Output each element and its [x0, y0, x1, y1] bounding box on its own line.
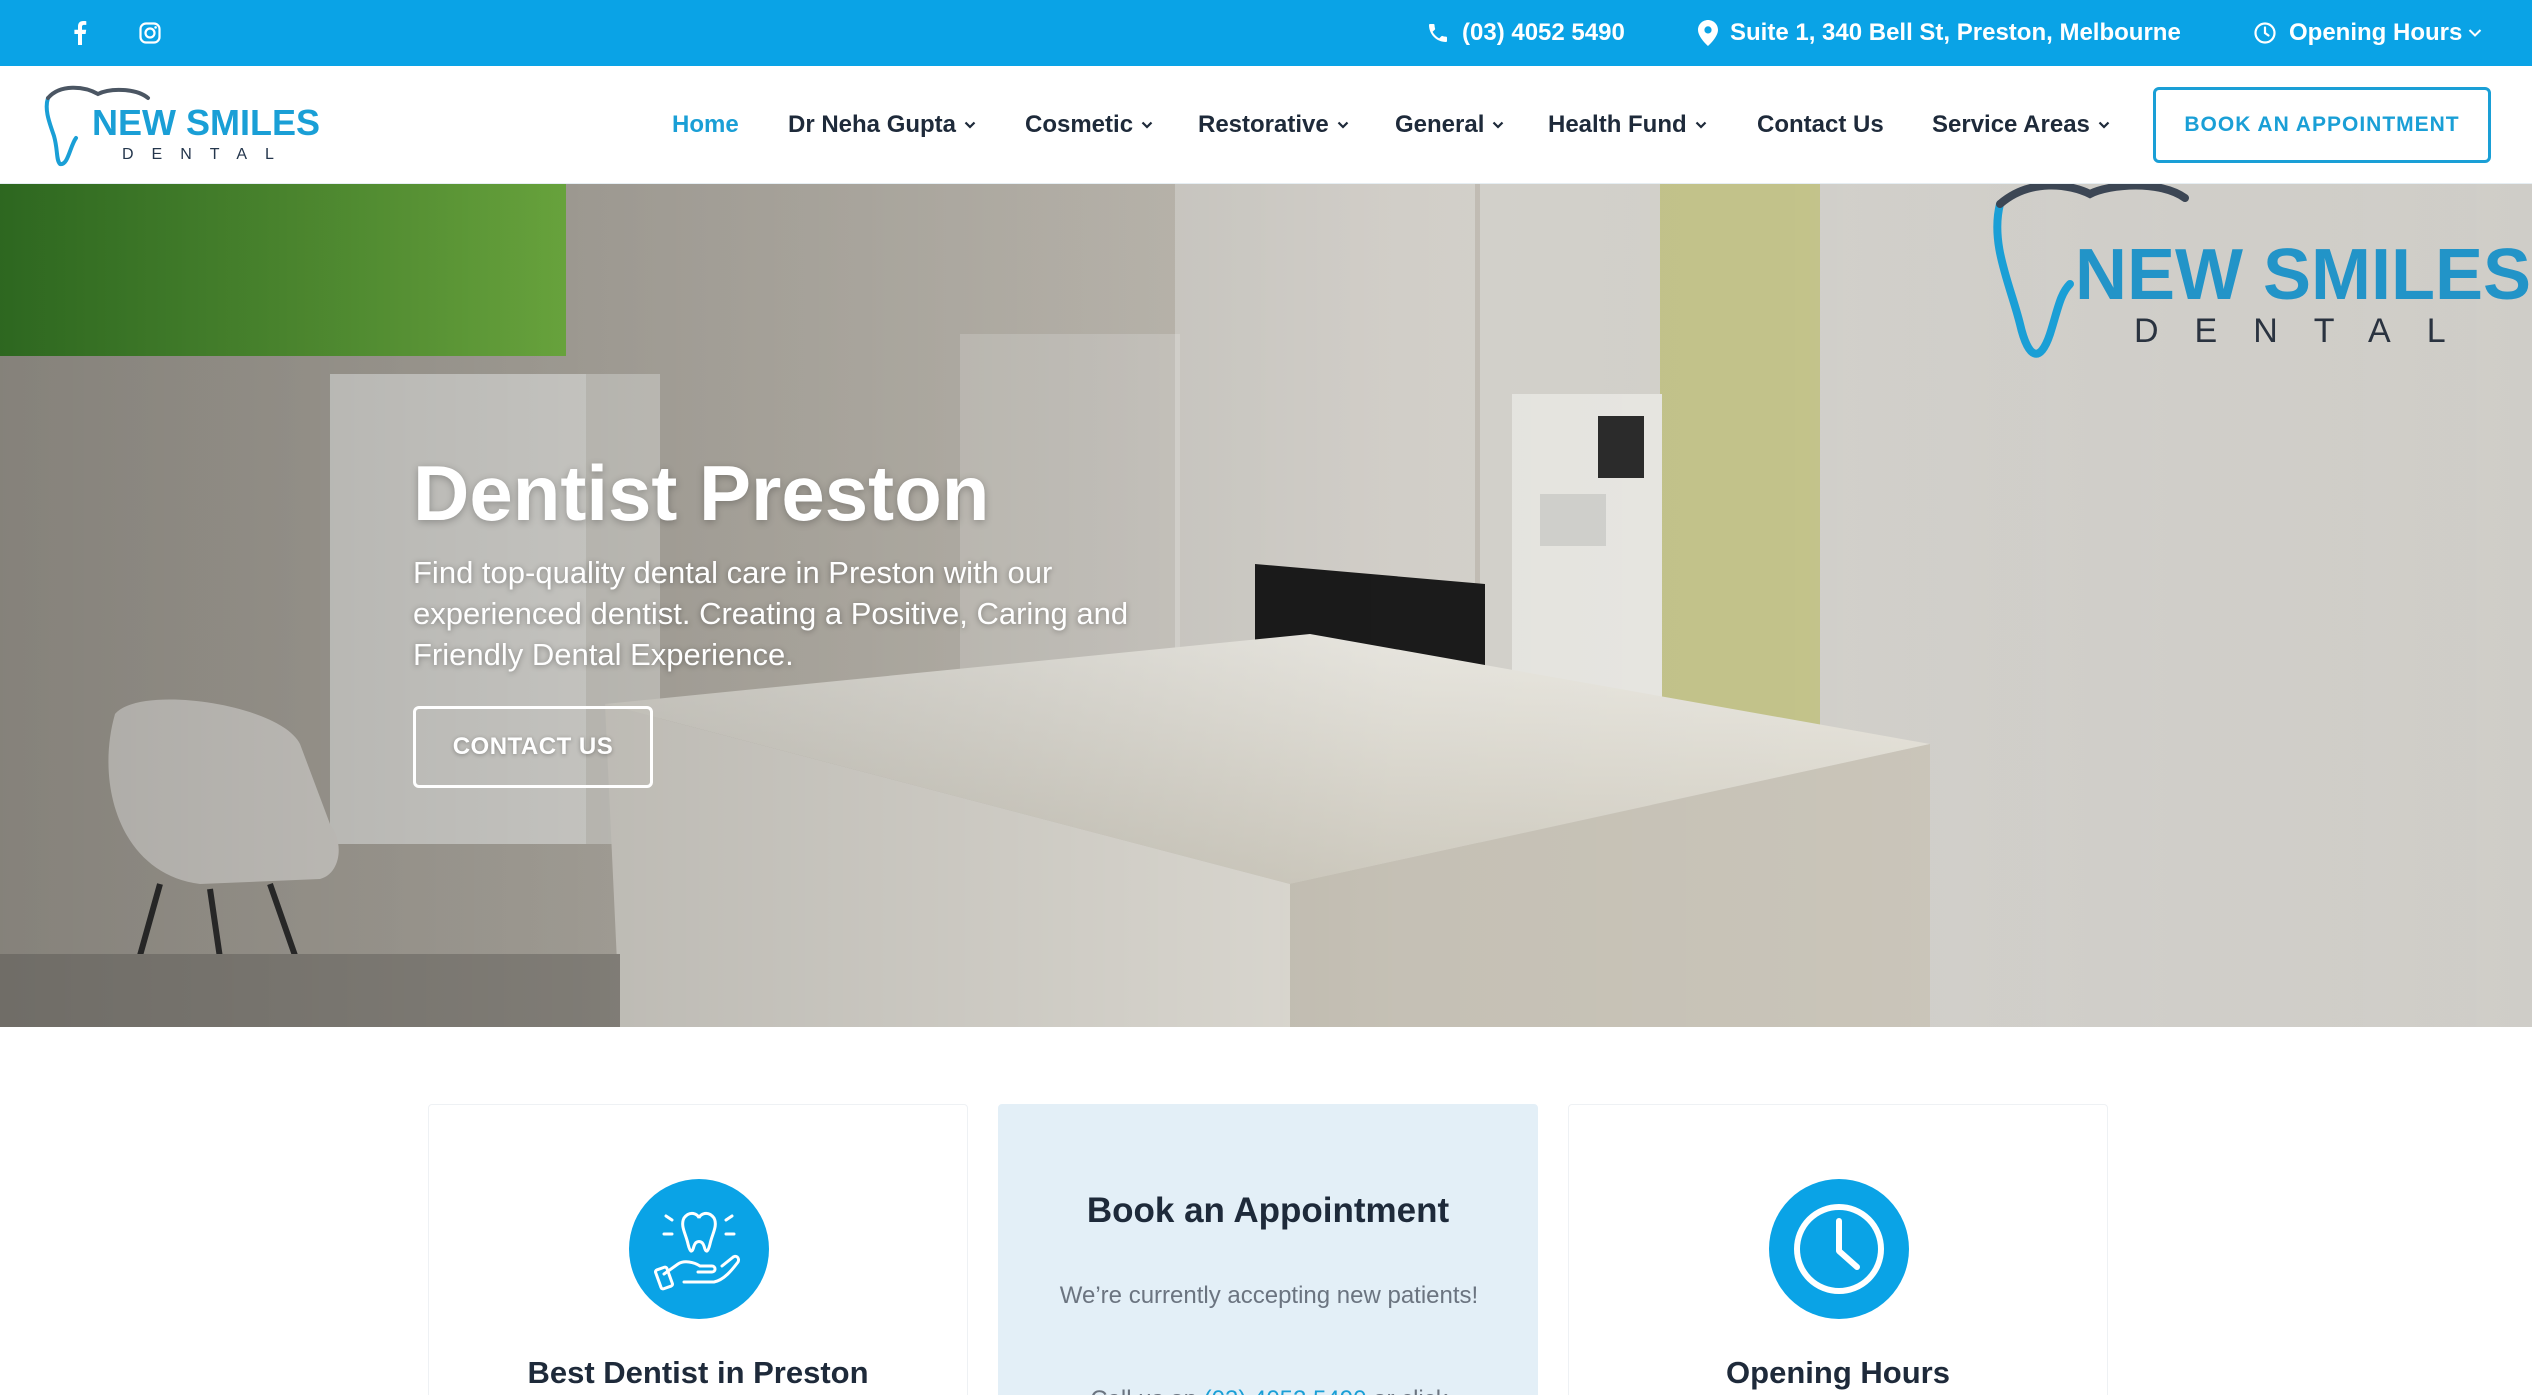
nav-home[interactable]: Home — [672, 66, 739, 184]
nav-home-label: Home — [672, 111, 739, 138]
card-call-suffix: or click — [1373, 1386, 1448, 1395]
top-phone-text: (03) 4052 5490 — [1462, 19, 1625, 46]
top-address-text: Suite 1, 340 Bell St, Preston, Melbourne — [1730, 19, 2181, 46]
site-header: NEW SMILES DENTAL Home Dr Neha Gupta Cos… — [0, 66, 2532, 184]
card-title-book-appointment: Book an Appointment — [1086, 1191, 1450, 1230]
card-title-opening-hours: Opening Hours — [1726, 1355, 1950, 1390]
card-call-text: Call us on (03) 4052 5490 or click — [1059, 1379, 1479, 1395]
nav-contact-us-label: Contact Us — [1757, 111, 1884, 138]
nav-contact-us[interactable]: Contact Us — [1757, 66, 1884, 184]
feature-card-best-dentist: Best Dentist in Preston — [428, 1104, 968, 1395]
top-address-link[interactable]: Suite 1, 340 Bell St, Preston, Melbourne — [1698, 0, 2181, 66]
tooth-hand-icon — [629, 1179, 769, 1319]
nav-service-areas-label: Service Areas — [1932, 111, 2090, 138]
top-opening-hours-dropdown[interactable]: Opening Hours — [2253, 0, 2482, 66]
card-call-prefix: Call us on — [1090, 1386, 1197, 1395]
chevron-down-icon — [1493, 121, 1504, 129]
chevron-down-icon — [2469, 29, 2482, 37]
chevron-down-icon — [2098, 121, 2110, 129]
chevron-down-icon — [1337, 121, 1349, 129]
instagram-icon[interactable] — [130, 0, 170, 66]
top-hours-label: Opening Hours — [2289, 19, 2463, 46]
nav-general[interactable]: General — [1395, 66, 1504, 184]
card-accepting-patients-text: We’re currently accepting new patients! — [1059, 1282, 1479, 1309]
facebook-icon[interactable] — [60, 0, 100, 66]
nav-restorative[interactable]: Restorative — [1198, 66, 1349, 184]
nav-cosmetic-label: Cosmetic — [1025, 111, 1134, 138]
contact-us-button[interactable]: CONTACT US — [413, 706, 653, 788]
card-call-phone-link[interactable]: (03) 4052 5490 — [1204, 1386, 1367, 1395]
top-bar: (03) 4052 5490 Suite 1, 340 Bell St, Pre… — [0, 0, 2532, 66]
nav-health-fund[interactable]: Health Fund — [1548, 66, 1707, 184]
feature-card-opening-hours: Opening Hours — [1568, 1104, 2108, 1395]
hero-description: Find top-quality dental care in Preston … — [413, 555, 1129, 672]
hero-sign-subtitle: DENTAL — [2134, 312, 2482, 350]
logo-subtitle: DENTAL — [122, 146, 292, 163]
nav-service-areas[interactable]: Service Areas — [1932, 66, 2110, 184]
logo-wordmark: NEW SMILES — [92, 102, 321, 143]
book-appointment-button[interactable]: BOOK AN APPOINTMENT — [2153, 87, 2491, 163]
nav-dr-neha-gupta-label: Dr Neha Gupta — [788, 111, 957, 138]
feature-card-book-appointment: Book an Appointment We’re currently acce… — [998, 1104, 1538, 1395]
chevron-down-icon — [964, 121, 976, 129]
clock-icon — [1769, 1179, 1909, 1319]
nav-general-label: General — [1395, 111, 1485, 138]
site-logo[interactable]: NEW SMILES DENTAL — [40, 80, 320, 170]
nav-dr-neha-gupta[interactable]: Dr Neha Gupta — [788, 66, 976, 184]
card-title-best-dentist: Best Dentist in Preston — [527, 1355, 869, 1390]
hero-title: Dentist Preston — [413, 449, 990, 537]
nav-cosmetic[interactable]: Cosmetic — [1025, 66, 1153, 184]
nav-restorative-label: Restorative — [1198, 111, 1329, 138]
phone-icon — [1429, 24, 1447, 42]
chevron-down-icon — [1141, 121, 1153, 129]
top-phone-link[interactable]: (03) 4052 5490 — [1426, 0, 1625, 66]
nav-health-fund-label: Health Fund — [1548, 111, 1687, 138]
hero-banner: NEW SMILES DENTAL Dentist Preston Find t… — [0, 184, 2532, 1027]
hero-sign-wordmark: NEW SMILES — [2075, 235, 2532, 315]
map-pin-icon — [1698, 20, 1718, 46]
clock-icon — [2254, 22, 2276, 44]
chevron-down-icon — [1695, 121, 1706, 129]
